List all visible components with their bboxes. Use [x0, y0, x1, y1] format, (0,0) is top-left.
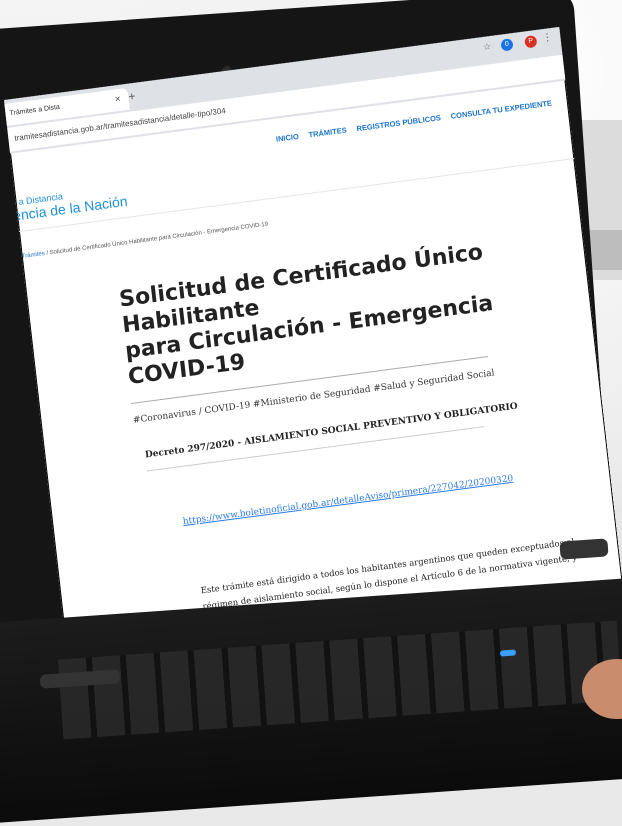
extension-icon[interactable]: 0: [500, 38, 514, 52]
nav-registros-publicos[interactable]: REGISTROS PÚBLICOS: [356, 113, 441, 133]
breadcrumb-root[interactable]: Trámites: [22, 251, 46, 260]
nav-inicio[interactable]: INICIO: [275, 132, 299, 144]
laptop-screen: Trámites a Dista × + ☆ 0 P ⋮ tramitesadi…: [4, 26, 622, 657]
nav-consulta-expediente[interactable]: CONSULTA TU EXPEDIENTE: [450, 99, 552, 121]
new-tab-button[interactable]: +: [128, 89, 137, 104]
decree-heading: Decreto 297/2020 - AISLAMIENTO SOCIAL PR…: [144, 401, 519, 461]
boletin-link[interactable]: https://www.boletinoficial.gob.ar/detall…: [182, 461, 610, 527]
site-logo[interactable]: s a Distancia encia de la Nación: [11, 183, 128, 224]
screen-hinge: [559, 538, 609, 560]
key-indicator-light: [499, 649, 517, 657]
bookmark-star-icon[interactable]: ☆: [482, 41, 491, 53]
breadcrumb-current: Solicitud de Certificado Único Habilitan…: [49, 221, 269, 257]
browser-menu-icon[interactable]: ⋮: [542, 32, 553, 44]
page-title: Solicitud de Certificado Único Habilitan…: [118, 238, 507, 391]
tab-title: Trámites a Dista: [9, 103, 61, 118]
nav-tramites[interactable]: TRÁMITES: [308, 126, 347, 140]
profile-avatar[interactable]: P: [524, 34, 538, 49]
tab-close-icon[interactable]: ×: [114, 89, 122, 112]
